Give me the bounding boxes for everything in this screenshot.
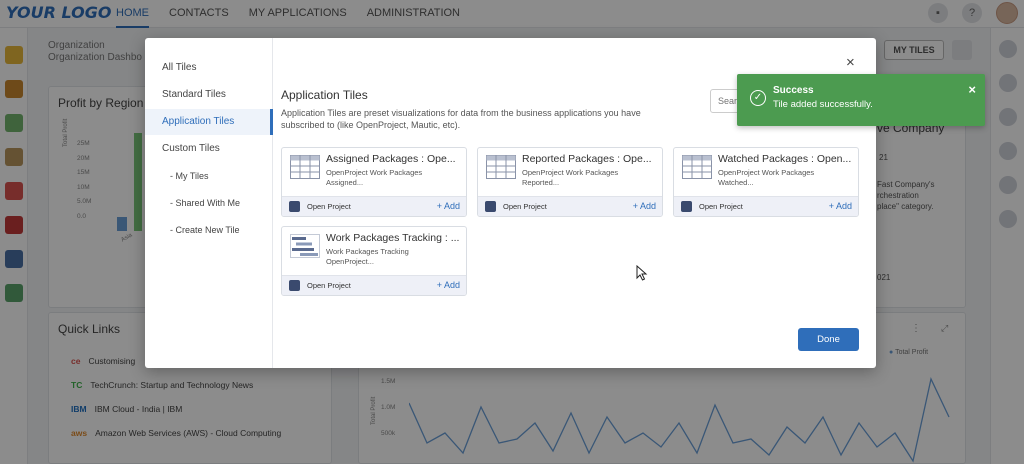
close-icon[interactable]: ×	[968, 82, 976, 97]
sidebar-item-application-tiles[interactable]: Application Tiles	[145, 109, 273, 135]
tile-footer: Open Project + Add	[282, 275, 466, 295]
check-icon: ✓	[750, 90, 766, 106]
tile-card: Work Packages Tracking : ... Work Packag…	[281, 226, 467, 296]
tile-desc-line: Work Packages Tracking	[326, 247, 409, 256]
sidebar-item-all-tiles[interactable]: All Tiles	[145, 55, 273, 81]
tile-name: Assigned Packages : Ope...	[326, 153, 456, 165]
toast-title: Success	[773, 85, 814, 96]
tile-description: OpenProject Work Packages Watched...	[718, 168, 853, 188]
open-project-icon	[289, 280, 300, 291]
success-toast: ✓ Success Tile added successfully. ×	[737, 74, 985, 126]
add-tile-button[interactable]: + Add	[437, 280, 460, 290]
mouse-cursor-icon	[636, 265, 648, 281]
tile-footer: Open Project + Add	[674, 196, 858, 216]
tile-description: Work Packages Tracking OpenProject...	[326, 247, 461, 267]
tile-app-name: Open Project	[503, 202, 547, 211]
add-tile-button[interactable]: + Add	[633, 201, 656, 211]
tile-desc-line: OpenProject Work Packages	[718, 168, 815, 177]
open-project-icon	[485, 201, 496, 212]
tile-card: Assigned Packages : Ope... OpenProject W…	[281, 147, 467, 217]
tile-desc-line: OpenProject...	[326, 257, 374, 266]
add-tile-button[interactable]: + Add	[437, 201, 460, 211]
tile-footer: Open Project + Add	[282, 196, 466, 216]
sidebar-item-shared-with-me[interactable]: - Shared With Me	[145, 190, 273, 216]
open-project-icon	[289, 201, 300, 212]
tile-category-sidebar: All Tiles Standard Tiles Application Til…	[145, 38, 273, 368]
tile-card: Watched Packages : Open... OpenProject W…	[673, 147, 859, 217]
tile-desc-line: Reported...	[522, 178, 560, 187]
tile-name: Watched Packages : Open...	[718, 153, 852, 165]
add-tile-button[interactable]: + Add	[829, 201, 852, 211]
sidebar-item-create-new-tile[interactable]: - Create New Tile	[145, 217, 273, 243]
modal-title: Application Tiles	[281, 88, 368, 102]
tile-description: OpenProject Work Packages Reported...	[522, 168, 657, 188]
tile-desc-line: OpenProject Work Packages	[522, 168, 619, 177]
close-icon[interactable]: ×	[846, 54, 855, 71]
table-icon	[682, 155, 712, 179]
sidebar-item-custom-tiles[interactable]: Custom Tiles	[145, 136, 273, 162]
sidebar-item-my-tiles[interactable]: - My Tiles	[145, 163, 273, 189]
tile-app-name: Open Project	[699, 202, 743, 211]
tile-desc-line: OpenProject Work Packages	[326, 168, 423, 177]
tile-name: Work Packages Tracking : ...	[326, 232, 460, 244]
tile-desc-line: Watched...	[718, 178, 754, 187]
toast-message: Tile added successfully.	[773, 99, 873, 110]
tile-card: Reported Packages : Ope... OpenProject W…	[477, 147, 663, 217]
tile-desc-line: Assigned...	[326, 178, 364, 187]
tile-app-name: Open Project	[307, 281, 351, 290]
tile-app-name: Open Project	[307, 202, 351, 211]
table-icon	[486, 155, 516, 179]
done-button[interactable]: Done	[798, 328, 859, 351]
open-project-icon	[681, 201, 692, 212]
modal-description: Application Tiles are preset visualizati…	[281, 108, 641, 130]
tile-name: Reported Packages : Ope...	[522, 153, 652, 165]
tile-description: OpenProject Work Packages Assigned...	[326, 168, 461, 188]
tile-footer: Open Project + Add	[478, 196, 662, 216]
sidebar-item-standard-tiles[interactable]: Standard Tiles	[145, 82, 273, 108]
gantt-icon	[290, 234, 320, 258]
table-icon	[290, 155, 320, 179]
